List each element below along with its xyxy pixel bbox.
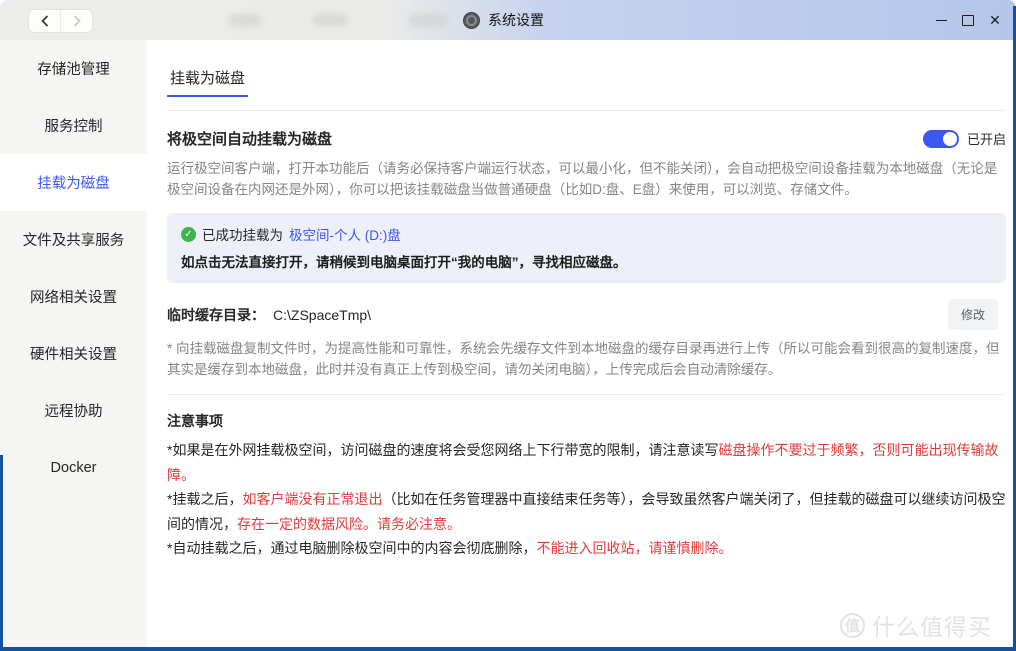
maximize-button[interactable]	[961, 0, 975, 40]
window-controls: ✕	[934, 0, 1002, 40]
mount-status-line: ✓ 已成功挂载为 极空间-个人 (D:)盘	[181, 224, 992, 244]
auto-mount-description: 运行极空间客户端，打开本功能后（请务必保持客户端运行状态，可以最小化，但不能关闭…	[167, 158, 1006, 200]
auto-mount-section-header: 将极空间自动挂载为磁盘 已开启	[167, 128, 1006, 149]
cache-note: * 向挂载磁盘复制文件时，为提高性能和可靠性，系统会先缓存文件到本地磁盘的缓存目…	[167, 338, 1006, 380]
sidebar-item-3[interactable]: 挂载为磁盘	[0, 154, 147, 211]
cache-dir-path: C:\ZSpaceTmp\	[273, 307, 371, 323]
toggle-state-label: 已开启	[967, 129, 1006, 148]
close-icon: ✕	[989, 13, 1001, 27]
sidebar-item-1[interactable]: 存储池管理	[0, 40, 147, 97]
cache-dir-row: 临时缓存目录： C:\ZSpaceTmp\ 修改	[167, 305, 1006, 325]
redacted-text	[228, 14, 262, 27]
auto-mount-toggle[interactable]	[923, 130, 959, 148]
mount-status-box: ✓ 已成功挂载为 极空间-个人 (D:)盘 如点击无法直接打开，请稍候到电脑桌面…	[167, 213, 1006, 283]
frame-edge-bottom	[0, 647, 1016, 651]
sidebar-item-7[interactable]: 远程协助	[0, 382, 147, 439]
notices-heading: 注意事项	[167, 411, 1006, 431]
sidebar: 存储池管理服务控制挂载为磁盘文件及共享服务网络相关设置硬件相关设置远程协助Doc…	[0, 40, 147, 651]
notice-item: *挂载之后，如客户端没有正常退出（比如在任务管理器中直接结束任务等），会导致虽然…	[167, 487, 1006, 536]
main-content: 挂载为磁盘 将极空间自动挂载为磁盘 已开启 运行极空间客户端，打开本功能后（请务…	[147, 40, 1016, 651]
sidebar-item-6[interactable]: 硬件相关设置	[0, 325, 147, 382]
back-button[interactable]	[29, 10, 60, 32]
chevron-right-icon	[72, 15, 82, 27]
section-divider	[167, 394, 1006, 395]
app-body: 存储池管理服务控制挂载为磁盘文件及共享服务网络相关设置硬件相关设置远程协助Doc…	[0, 40, 1016, 651]
sidebar-item-8[interactable]: Docker	[0, 439, 147, 496]
history-nav	[28, 9, 93, 33]
close-button[interactable]: ✕	[988, 0, 1002, 40]
watermark: 值 什么值得买	[840, 608, 992, 642]
success-check-icon: ✓	[181, 227, 196, 242]
app-icon	[463, 12, 480, 29]
chevron-left-icon	[40, 15, 50, 27]
sidebar-items: 存储池管理服务控制挂载为磁盘文件及共享服务网络相关设置硬件相关设置远程协助Doc…	[0, 40, 147, 496]
minimize-button[interactable]	[934, 0, 948, 40]
frame-edge-left	[0, 455, 3, 651]
window-title-group: 系统设置	[463, 0, 544, 40]
watermark-text: 什么值得买	[872, 608, 992, 642]
notice-list: *如果是在外网挂载极空间，访问磁盘的速度将会受您网络上下行带宽的限制，请注意读写…	[167, 438, 1006, 561]
system-settings-window: 系统设置 ✕ 存储池管理服务控制挂载为磁盘文件及共享服务网络相关设置硬件相关设置…	[0, 0, 1016, 651]
sidebar-item-5[interactable]: 网络相关设置	[0, 268, 147, 325]
toggle-knob	[943, 132, 957, 146]
notice-item: *自动挂载之后，通过电脑删除极空间中的内容会彻底删除，不能进入回收站，请谨慎删除…	[167, 536, 1006, 561]
window-title: 系统设置	[488, 10, 544, 30]
cache-dir-label: 临时缓存目录：	[167, 305, 265, 325]
redacted-text	[408, 14, 448, 27]
tab-mount-as-disk[interactable]: 挂载为磁盘	[167, 67, 248, 97]
titlebar: 系统设置 ✕	[0, 0, 1016, 40]
mounted-disk-link[interactable]: 极空间-个人 (D:)盘	[289, 224, 401, 244]
watermark-badge: 值	[840, 613, 865, 638]
auto-mount-toggle-group: 已开启	[923, 129, 1006, 148]
auto-mount-heading: 将极空间自动挂载为磁盘	[167, 128, 332, 149]
minimize-icon	[936, 20, 947, 21]
sidebar-item-2[interactable]: 服务控制	[0, 97, 147, 154]
mount-status-hint: 如点击无法直接打开，请稍候到电脑桌面打开“我的电脑”，寻找相应磁盘。	[181, 251, 992, 271]
tab-bar: 挂载为磁盘	[167, 40, 1006, 111]
mount-status-prefix: 已成功挂载为	[202, 224, 283, 244]
notice-item: *如果是在外网挂载极空间，访问磁盘的速度将会受您网络上下行带宽的限制，请注意读写…	[167, 438, 1006, 487]
forward-button[interactable]	[60, 10, 92, 32]
sidebar-item-4[interactable]: 文件及共享服务	[0, 211, 147, 268]
modify-button[interactable]: 修改	[948, 299, 998, 330]
redacted-text	[312, 13, 348, 26]
maximize-icon	[962, 15, 974, 26]
